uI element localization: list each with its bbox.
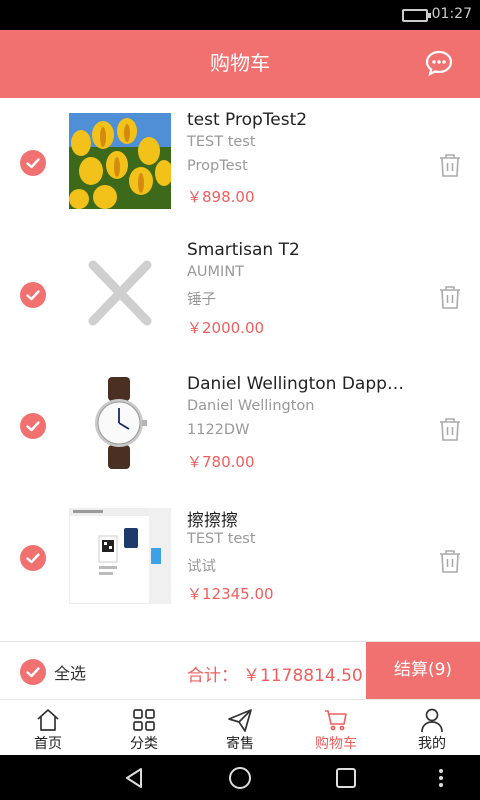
recents-icon[interactable] xyxy=(333,765,359,791)
select-all-label[interactable]: 全选 xyxy=(54,660,86,684)
grid-icon xyxy=(133,709,155,731)
select-all-checkbox[interactable] xyxy=(20,659,46,685)
header-bar: 购物车 xyxy=(0,30,480,98)
cart-icon xyxy=(325,710,347,731)
product-spec: 试试 xyxy=(187,559,216,575)
trash-icon[interactable] xyxy=(437,152,463,178)
tab-label: 我的 xyxy=(418,736,446,752)
system-nav-bar xyxy=(0,755,480,800)
product-image-watch[interactable] xyxy=(69,375,171,471)
product-price: ￥2000.00 xyxy=(187,319,265,337)
battery-icon xyxy=(402,9,431,22)
cart-item: Smartisan T2 AUMINT 锤子 ￥2000.00 xyxy=(0,230,480,360)
product-brand: TEST test xyxy=(187,531,256,547)
cart-item: Daniel Wellington Dapper… Daniel Welling… xyxy=(0,362,480,492)
page-title: 购物车 xyxy=(210,51,270,75)
product-brand: Daniel Wellington xyxy=(187,398,315,414)
product-spec: 锤子 xyxy=(187,292,216,308)
item-checkbox[interactable] xyxy=(20,282,46,308)
product-image-screenshot[interactable] xyxy=(69,508,171,604)
checkout-button[interactable]: 结算(9) xyxy=(366,642,480,700)
product-price: ￥898.00 xyxy=(187,188,255,206)
total-label: 合计： xyxy=(187,666,238,686)
tab-label: 寄售 xyxy=(226,736,254,752)
status-bar: 01:27 xyxy=(0,0,480,30)
product-name[interactable]: test PropTest2 xyxy=(187,110,413,130)
tab-label: 购物车 xyxy=(315,736,357,752)
back-icon[interactable] xyxy=(122,765,148,791)
product-price: ￥780.00 xyxy=(187,453,255,471)
tab-category[interactable]: 分类 xyxy=(96,700,192,756)
tab-cart[interactable]: 购物车 xyxy=(288,700,384,756)
status-time: 01:27 xyxy=(431,6,472,22)
item-checkbox[interactable] xyxy=(20,545,46,571)
cart-list: test PropTest2 TEST test PropTest ￥898.0… xyxy=(0,98,480,640)
cart-item: test PropTest2 TEST test PropTest ￥898.0… xyxy=(0,98,480,228)
app-screen: 01:27 购物车 test PropTest2 TEST test PropT… xyxy=(0,0,480,800)
cart-item: 擦擦擦 TEST test 试试 ￥12345.00 xyxy=(0,494,480,624)
home-circle-icon[interactable] xyxy=(227,765,253,791)
home-icon xyxy=(37,709,59,731)
product-name[interactable]: 擦擦擦 xyxy=(187,506,413,531)
person-icon xyxy=(421,708,443,733)
tab-mine[interactable]: 我的 xyxy=(384,700,480,756)
product-spec: 1122DW xyxy=(187,422,250,438)
product-brand: TEST test xyxy=(187,134,256,150)
product-brand: AUMINT xyxy=(187,264,245,280)
item-checkbox[interactable] xyxy=(20,413,46,439)
chat-bubble-icon[interactable] xyxy=(424,48,454,78)
trash-icon[interactable] xyxy=(437,284,463,310)
tab-label: 首页 xyxy=(34,736,62,752)
item-checkbox[interactable] xyxy=(20,150,46,176)
cart-summary-bar: 全选 合计： ￥1178814.50 结算(9) xyxy=(0,641,480,700)
trash-icon[interactable] xyxy=(437,548,463,574)
more-icon[interactable] xyxy=(428,765,454,791)
product-name[interactable]: Smartisan T2 xyxy=(187,240,413,260)
product-spec: PropTest xyxy=(187,158,248,174)
send-icon xyxy=(228,709,252,732)
tab-consign[interactable]: 寄售 xyxy=(192,700,288,756)
product-image-tulips[interactable] xyxy=(69,113,171,209)
tab-home[interactable]: 首页 xyxy=(0,700,96,756)
product-name[interactable]: Daniel Wellington Dapper… xyxy=(187,374,413,394)
product-price: ￥12345.00 xyxy=(187,585,274,603)
trash-icon[interactable] xyxy=(437,416,463,442)
bottom-tab-bar: 首页 分类 寄售 购物车 我的 xyxy=(0,699,480,755)
tab-label: 分类 xyxy=(130,736,158,752)
product-image-placeholder[interactable] xyxy=(69,245,171,341)
total-amount: ￥1178814.50 xyxy=(243,666,363,686)
